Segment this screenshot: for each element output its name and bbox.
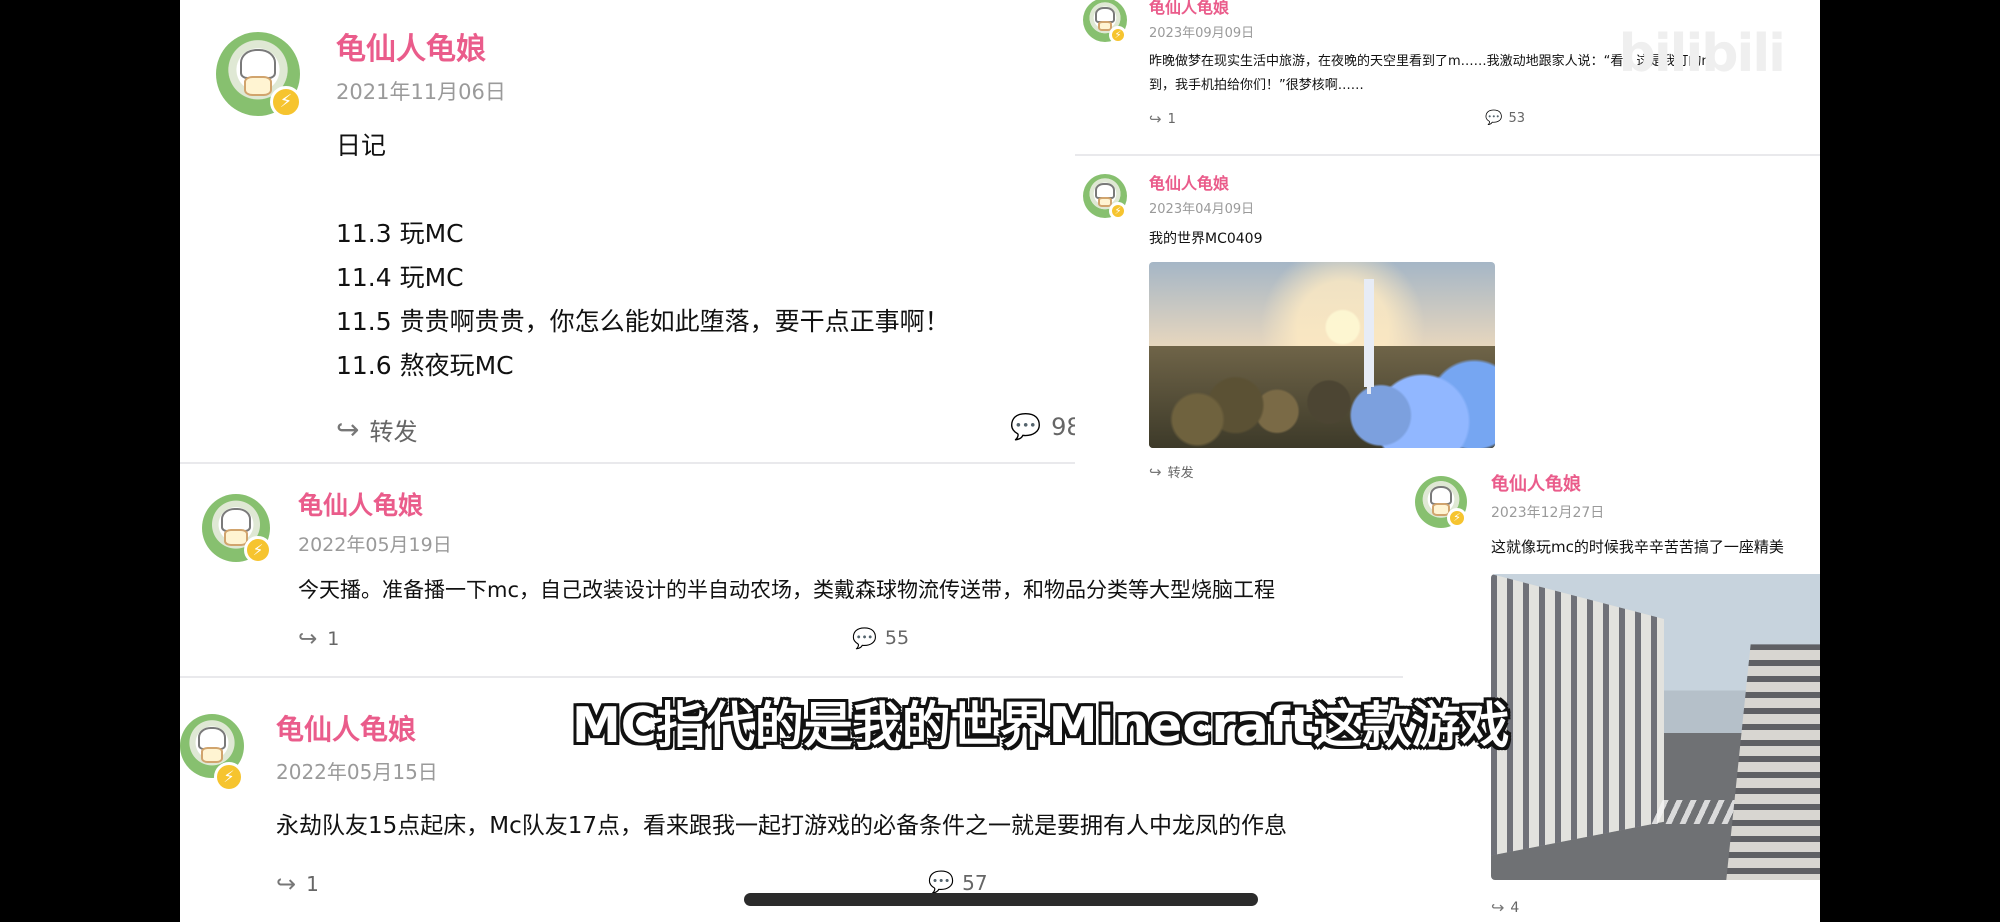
post-text-line: 11.6 熬夜玩MC	[336, 351, 514, 380]
repost-button[interactable]: ↪ 转发	[1149, 462, 1194, 482]
repost-button[interactable]: ↪ 1	[276, 870, 319, 898]
post-date: 2023年09月09日	[1149, 26, 1255, 41]
repost-label: 转发	[369, 418, 418, 446]
repost-count: 1	[306, 872, 319, 896]
post-text-line: 11.3 玩MC	[336, 219, 464, 248]
post-date: 2022年05月15日	[276, 760, 438, 784]
share-icon: ↪	[276, 870, 297, 898]
home-indicator[interactable]	[744, 893, 1258, 906]
post-card-2021-11-06: ⚡ 龟仙人龟娘 2021年11月06日 日记 11.3 玩MC 11.4 玩MC…	[180, 0, 1075, 462]
lightning-badge-icon: ⚡	[1109, 202, 1127, 220]
author-name[interactable]: 龟仙人龟娘	[298, 486, 423, 522]
minecraft-screenshot-image[interactable]	[1149, 262, 1495, 448]
share-icon: ↪	[1149, 462, 1162, 481]
author-name[interactable]: 龟仙人龟娘	[276, 708, 416, 748]
author-name[interactable]: 龟仙人龟娘	[1491, 470, 1581, 496]
comment-button[interactable]: 💬 98	[1010, 412, 1075, 442]
street-photo[interactable]	[1491, 574, 1820, 880]
repost-button[interactable]: ↪ 4	[1491, 898, 1519, 917]
bilibili-watermark: bilibili	[1618, 24, 1786, 84]
author-name[interactable]: 龟仙人龟娘	[336, 24, 486, 68]
comment-icon: 💬	[852, 626, 877, 650]
lightning-badge-icon: ⚡	[270, 86, 302, 118]
comment-icon: 💬	[1485, 110, 1503, 126]
repost-button[interactable]: ↪ 1	[298, 626, 339, 652]
post-text: 永劫队友15点起床，Mc队友17点，看来跟我一起打游戏的必备条件之一就是要拥有人…	[276, 813, 1288, 839]
comment-count: 98	[1051, 413, 1075, 441]
post-card-2022-05-19: ⚡ 龟仙人龟娘 2022年05月19日 今天播。准备播一下mc，自己改装设计的半…	[180, 464, 1403, 676]
post-card-2023-04-09: ⚡ 龟仙人龟娘 2023年04月09日 我的世界MC0409 ↪ 转发	[1075, 156, 1820, 494]
screenshot-canvas: ⚡ 龟仙人龟娘 2021年11月06日 日记 11.3 玩MC 11.4 玩MC…	[180, 0, 1820, 922]
comment-icon: 💬	[928, 870, 955, 894]
share-icon: ↪	[1491, 898, 1505, 917]
comment-button[interactable]: 💬 55	[852, 626, 909, 650]
post-text: 今天播。准备播一下mc，自己改装设计的半自动农场，类戴森球物流传送带，和物品分类…	[298, 578, 1275, 602]
lightning-badge-icon: ⚡	[1109, 26, 1127, 44]
repost-count: 1	[327, 628, 340, 650]
repost-count: 1	[1167, 111, 1176, 127]
crosswalk-markings	[1651, 800, 1774, 825]
post-text-line: 到，我手机拍给你们！”很梦核啊……	[1149, 78, 1364, 93]
video-subtitle: MC指代的是我的世界Minecraft这款游戏	[572, 697, 1510, 754]
comment-count: 57	[962, 870, 988, 895]
post-text-line: 11.4 玩MC	[336, 263, 464, 292]
share-icon: ↪	[1149, 110, 1162, 128]
share-icon: ↪	[336, 413, 360, 446]
share-icon: ↪	[298, 626, 318, 652]
comment-button[interactable]: 💬 57	[928, 870, 988, 895]
post-date: 2021年11月06日	[336, 80, 506, 104]
lightning-badge-icon: ⚡	[214, 762, 244, 792]
post-text: 这就像玩mc的时候我辛辛苦苦搞了一座精美	[1491, 538, 1784, 556]
lightning-badge-icon: ⚡	[244, 536, 272, 564]
comment-count: 53	[1508, 110, 1525, 126]
post-date: 2022年05月19日	[298, 534, 452, 556]
post-text-line: 日记	[336, 131, 387, 160]
repost-button[interactable]: ↪ 转发	[336, 412, 417, 447]
repost-count: 4	[1510, 899, 1520, 916]
post-date: 2023年04月09日	[1149, 202, 1255, 217]
author-name[interactable]: 龟仙人龟娘	[1149, 170, 1229, 194]
post-date: 2023年12月27日	[1491, 505, 1605, 521]
comment-button[interactable]: 💬 53	[1485, 110, 1525, 126]
comment-icon: 💬	[1010, 412, 1042, 441]
repost-button[interactable]: ↪ 1	[1149, 110, 1176, 128]
post-text-line: 11.5 贵贵啊贵贵，你怎么能如此堕落，要干点正事啊！	[336, 307, 950, 336]
comment-count: 55	[884, 627, 910, 649]
lightning-badge-icon: ⚡	[1447, 508, 1467, 528]
repost-label: 转发	[1167, 466, 1194, 481]
author-name[interactable]: 龟仙人龟娘	[1149, 0, 1229, 18]
post-text: 我的世界MC0409	[1149, 231, 1263, 247]
